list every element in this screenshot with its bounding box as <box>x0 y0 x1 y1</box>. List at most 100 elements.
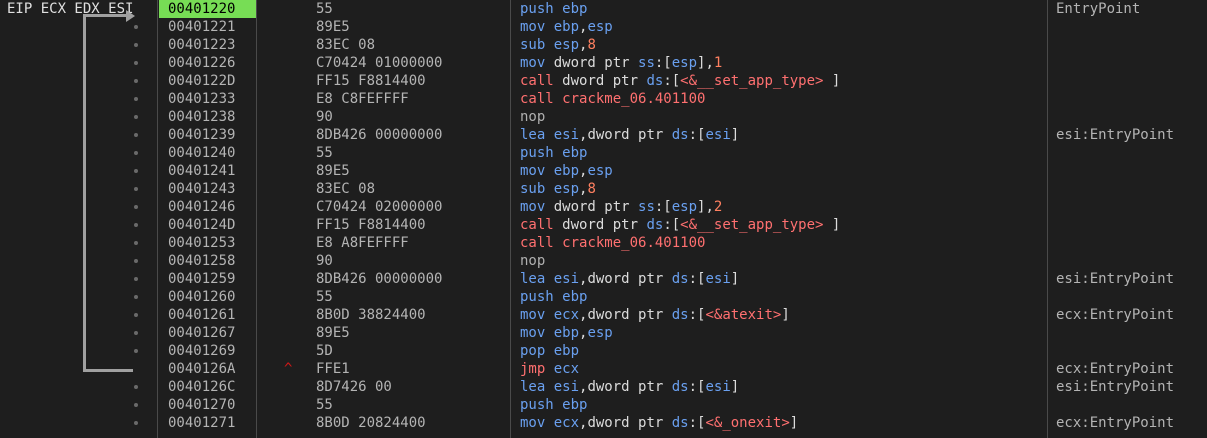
disassembly-cell[interactable]: mov dword ptr ss:[esp],2 <box>520 198 1045 216</box>
address-cell[interactable]: 00401271 <box>159 414 256 432</box>
instruction-row[interactable]: 0040122D FF15 F8814400 call dword ptr ds:[… <box>0 72 1207 90</box>
comment-cell[interactable] <box>1056 324 1206 342</box>
address-cell[interactable]: 0040126A <box>159 360 256 378</box>
disassembly-cell[interactable]: mov ebp,esp <box>520 162 1045 180</box>
breakpoint-dot-icon[interactable] <box>134 115 138 119</box>
address-cell[interactable]: 00401239 <box>159 126 256 144</box>
breakpoint-dot-icon[interactable] <box>134 295 138 299</box>
comment-cell[interactable]: esi:EntryPoint <box>1056 378 1206 396</box>
disassembly-cell[interactable]: pop ebp <box>520 342 1045 360</box>
breakpoint-dot-icon[interactable] <box>134 187 138 191</box>
disassembly-cell[interactable]: mov ecx,dword ptr ds:[<&_onexit>] <box>520 414 1045 432</box>
comment-cell[interactable] <box>1056 90 1206 108</box>
comment-cell[interactable] <box>1056 54 1206 72</box>
instruction-row[interactable]: 0040126C 8D7426 00 lea esi,dword ptr ds:[e… <box>0 378 1207 396</box>
disassembly-cell[interactable]: nop <box>520 108 1045 126</box>
breakpoint-dot-icon[interactable] <box>134 61 138 65</box>
comment-cell[interactable]: ecx:EntryPoint <box>1056 414 1206 432</box>
disassembly-cell[interactable]: push ebp <box>520 144 1045 162</box>
address-cell[interactable]: 00401223 <box>159 36 256 54</box>
disassembly-cell[interactable]: lea esi,dword ptr ds:[esi] <box>520 126 1045 144</box>
comment-cell[interactable] <box>1056 252 1206 270</box>
instruction-row[interactable]: 00401260 55 push ebp <box>0 288 1207 306</box>
breakpoint-dot-icon[interactable] <box>134 151 138 155</box>
breakpoint-dot-icon[interactable] <box>134 241 138 245</box>
breakpoint-dot-icon[interactable] <box>134 331 138 335</box>
breakpoint-dot-icon[interactable] <box>134 259 138 263</box>
address-cell[interactable]: 00401253 <box>159 234 256 252</box>
instruction-row[interactable]: 00401238 90 nop <box>0 108 1207 126</box>
comment-cell[interactable] <box>1056 18 1206 36</box>
address-cell[interactable]: 00401270 <box>159 396 256 414</box>
instruction-row[interactable]: 00401223 83EC 08 sub esp,8 <box>0 36 1207 54</box>
address-cell[interactable]: 00401238 <box>159 108 256 126</box>
instruction-row[interactable]: 0040124D FF15 F8814400 call dword ptr ds:[… <box>0 216 1207 234</box>
comment-cell[interactable] <box>1056 234 1206 252</box>
disassembly-cell[interactable]: mov dword ptr ss:[esp],1 <box>520 54 1045 72</box>
breakpoint-dot-icon[interactable] <box>134 169 138 173</box>
breakpoint-dot-icon[interactable] <box>134 97 138 101</box>
instruction-row[interactable]: 00401221 89E5 mov ebp,esp <box>0 18 1207 36</box>
instruction-row[interactable]: 00401243 83EC 08 sub esp,8 <box>0 180 1207 198</box>
disassembly-cell[interactable]: mov ecx,dword ptr ds:[<&atexit>] <box>520 306 1045 324</box>
disassembly-view[interactable]: 00401220 55 push ebp EntryPoint 00401221 89E5… <box>0 0 1207 438</box>
instruction-row[interactable]: 00401253 E8 A8FEFFFF call crackme_06.40110… <box>0 234 1207 252</box>
breakpoint-dot-icon[interactable] <box>134 403 138 407</box>
comment-cell[interactable] <box>1056 144 1206 162</box>
address-cell[interactable]: 00401269 <box>159 342 256 360</box>
disassembly-cell[interactable]: lea esi,dword ptr ds:[esi] <box>520 378 1045 396</box>
breakpoint-dot-icon[interactable] <box>134 421 138 425</box>
disassembly-cell[interactable]: mov ebp,esp <box>520 324 1045 342</box>
disassembly-cell[interactable]: sub esp,8 <box>520 36 1045 54</box>
address-cell[interactable]: 00401260 <box>159 288 256 306</box>
address-cell[interactable]: 0040122D <box>159 72 256 90</box>
instruction-row[interactable]: 00401226 C70424 01000000 mov dword ptr ss:… <box>0 54 1207 72</box>
comment-cell[interactable]: ecx:EntryPoint <box>1056 306 1206 324</box>
comment-cell[interactable] <box>1056 216 1206 234</box>
instruction-row[interactable]: 00401241 89E5 mov ebp,esp <box>0 162 1207 180</box>
disassembly-cell[interactable]: push ebp <box>520 288 1045 306</box>
breakpoint-dot-icon[interactable] <box>134 277 138 281</box>
breakpoint-dot-icon[interactable] <box>134 25 138 29</box>
breakpoint-dot-icon[interactable] <box>134 349 138 353</box>
breakpoint-dot-icon[interactable] <box>134 313 138 317</box>
disassembly-cell[interactable]: mov ebp,esp <box>520 18 1045 36</box>
instruction-row[interactable]: 00401246 C70424 02000000 mov dword ptr ss:… <box>0 198 1207 216</box>
address-cell[interactable]: 0040126C <box>159 378 256 396</box>
address-cell[interactable]: 00401220 <box>159 0 256 18</box>
disassembly-cell[interactable]: lea esi,dword ptr ds:[esi] <box>520 270 1045 288</box>
disassembly-cell[interactable]: push ebp <box>520 396 1045 414</box>
disassembly-cell[interactable]: sub esp,8 <box>520 180 1045 198</box>
comment-cell[interactable] <box>1056 342 1206 360</box>
address-cell[interactable]: 00401233 <box>159 90 256 108</box>
address-cell[interactable]: 0040124D <box>159 216 256 234</box>
address-cell[interactable]: 00401261 <box>159 306 256 324</box>
address-cell[interactable]: 00401241 <box>159 162 256 180</box>
address-cell[interactable]: 00401267 <box>159 324 256 342</box>
address-cell[interactable]: 00401259 <box>159 270 256 288</box>
instruction-row[interactable]: 00401271 8B0D 20824400 mov ecx,dword ptr d… <box>0 414 1207 432</box>
address-cell[interactable]: 00401226 <box>159 54 256 72</box>
disassembly-cell[interactable]: call dword ptr ds:[<&__set_app_type> ] <box>520 216 1045 234</box>
instruction-row[interactable]: 00401240 55 push ebp <box>0 144 1207 162</box>
instruction-row[interactable]: 0040126A ^ FFE1 jmp ecx ecx:EntryPoint <box>0 360 1207 378</box>
address-cell[interactable]: 00401246 <box>159 198 256 216</box>
instruction-row[interactable]: 00401259 8DB426 00000000 lea esi,dword ptr… <box>0 270 1207 288</box>
comment-cell[interactable] <box>1056 180 1206 198</box>
comment-cell[interactable]: esi:EntryPoint <box>1056 126 1206 144</box>
address-cell[interactable]: 00401240 <box>159 144 256 162</box>
address-cell[interactable]: 00401221 <box>159 18 256 36</box>
disassembly-cell[interactable]: call crackme_06.401100 <box>520 234 1045 252</box>
comment-cell[interactable]: ecx:EntryPoint <box>1056 360 1206 378</box>
instruction-row[interactable]: 00401258 90 nop <box>0 252 1207 270</box>
breakpoint-dot-icon[interactable] <box>134 223 138 227</box>
comment-cell[interactable]: EntryPoint <box>1056 0 1206 18</box>
comment-cell[interactable] <box>1056 198 1206 216</box>
disassembly-cell[interactable]: call dword ptr ds:[<&__set_app_type> ] <box>520 72 1045 90</box>
breakpoint-dot-icon[interactable] <box>134 133 138 137</box>
comment-cell[interactable] <box>1056 36 1206 54</box>
instruction-row[interactable]: 00401261 8B0D 38824400 mov ecx,dword ptr d… <box>0 306 1207 324</box>
breakpoint-dot-icon[interactable] <box>134 79 138 83</box>
instruction-row[interactable]: 00401269 5D pop ebp <box>0 342 1207 360</box>
comment-cell[interactable] <box>1056 162 1206 180</box>
